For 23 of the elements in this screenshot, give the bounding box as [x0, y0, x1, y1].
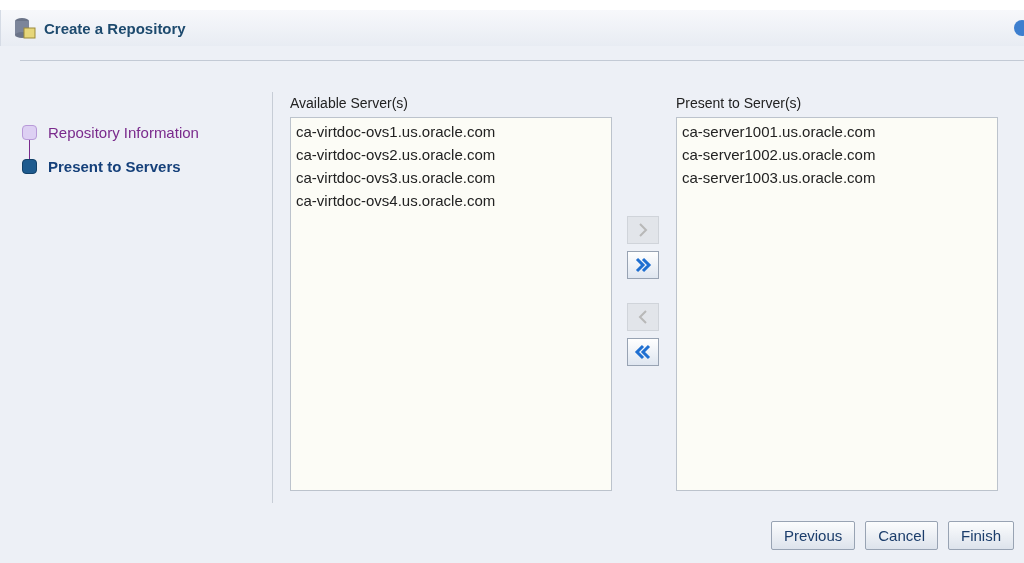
dialog-title: Create a Repository: [44, 19, 186, 37]
present-list[interactable]: ca-server1001.us.oracle.com ca-server1002.us.oracle.com ca-server1003.us.oracle.com: [676, 117, 998, 491]
list-label: Present to Server(s): [676, 94, 803, 113]
dialog-button[interactable]: Cancel: [865, 521, 938, 550]
database-icon: [14, 17, 36, 39]
list-item[interactable]: ca-virtdoc-ovs1.us.oracle.com: [291, 120, 611, 143]
list-item[interactable]: ca-virtdoc-ovs4.us.oracle.com: [291, 189, 611, 212]
train-step[interactable]: Present to Servers: [48, 157, 181, 175]
list-item[interactable]: ca-virtdoc-ovs2.us.oracle.com: [291, 143, 611, 166]
list-label: Available Server(s): [290, 94, 409, 113]
help-icon[interactable]: [1012, 20, 1024, 36]
move-button[interactable]: [627, 338, 659, 366]
double-chevron-left-icon: [633, 342, 653, 362]
list-item[interactable]: ca-server1002.us.oracle.com: [677, 143, 997, 166]
list-item[interactable]: ca-virtdoc-ovs3.us.oracle.com: [291, 166, 611, 189]
available-list[interactable]: ca-virtdoc-ovs1.us.oracle.com ca-virtdoc-ovs2.us.oracle.com ca-virtdoc-ovs3.us.oracle.com ca-virtdoc-ovs4.us.oracle.com: [290, 117, 612, 491]
list-item[interactable]: ca-server1001.us.oracle.com: [677, 120, 997, 143]
dialog-button[interactable]: Finish: [948, 521, 1014, 550]
move-button[interactable]: [627, 251, 659, 279]
train-step[interactable]: Repository Information: [48, 123, 199, 141]
double-chevron-right-icon: [633, 255, 653, 275]
dialog-button[interactable]: Previous: [770, 521, 856, 550]
list-item[interactable]: ca-server1003.us.oracle.com: [677, 166, 997, 189]
